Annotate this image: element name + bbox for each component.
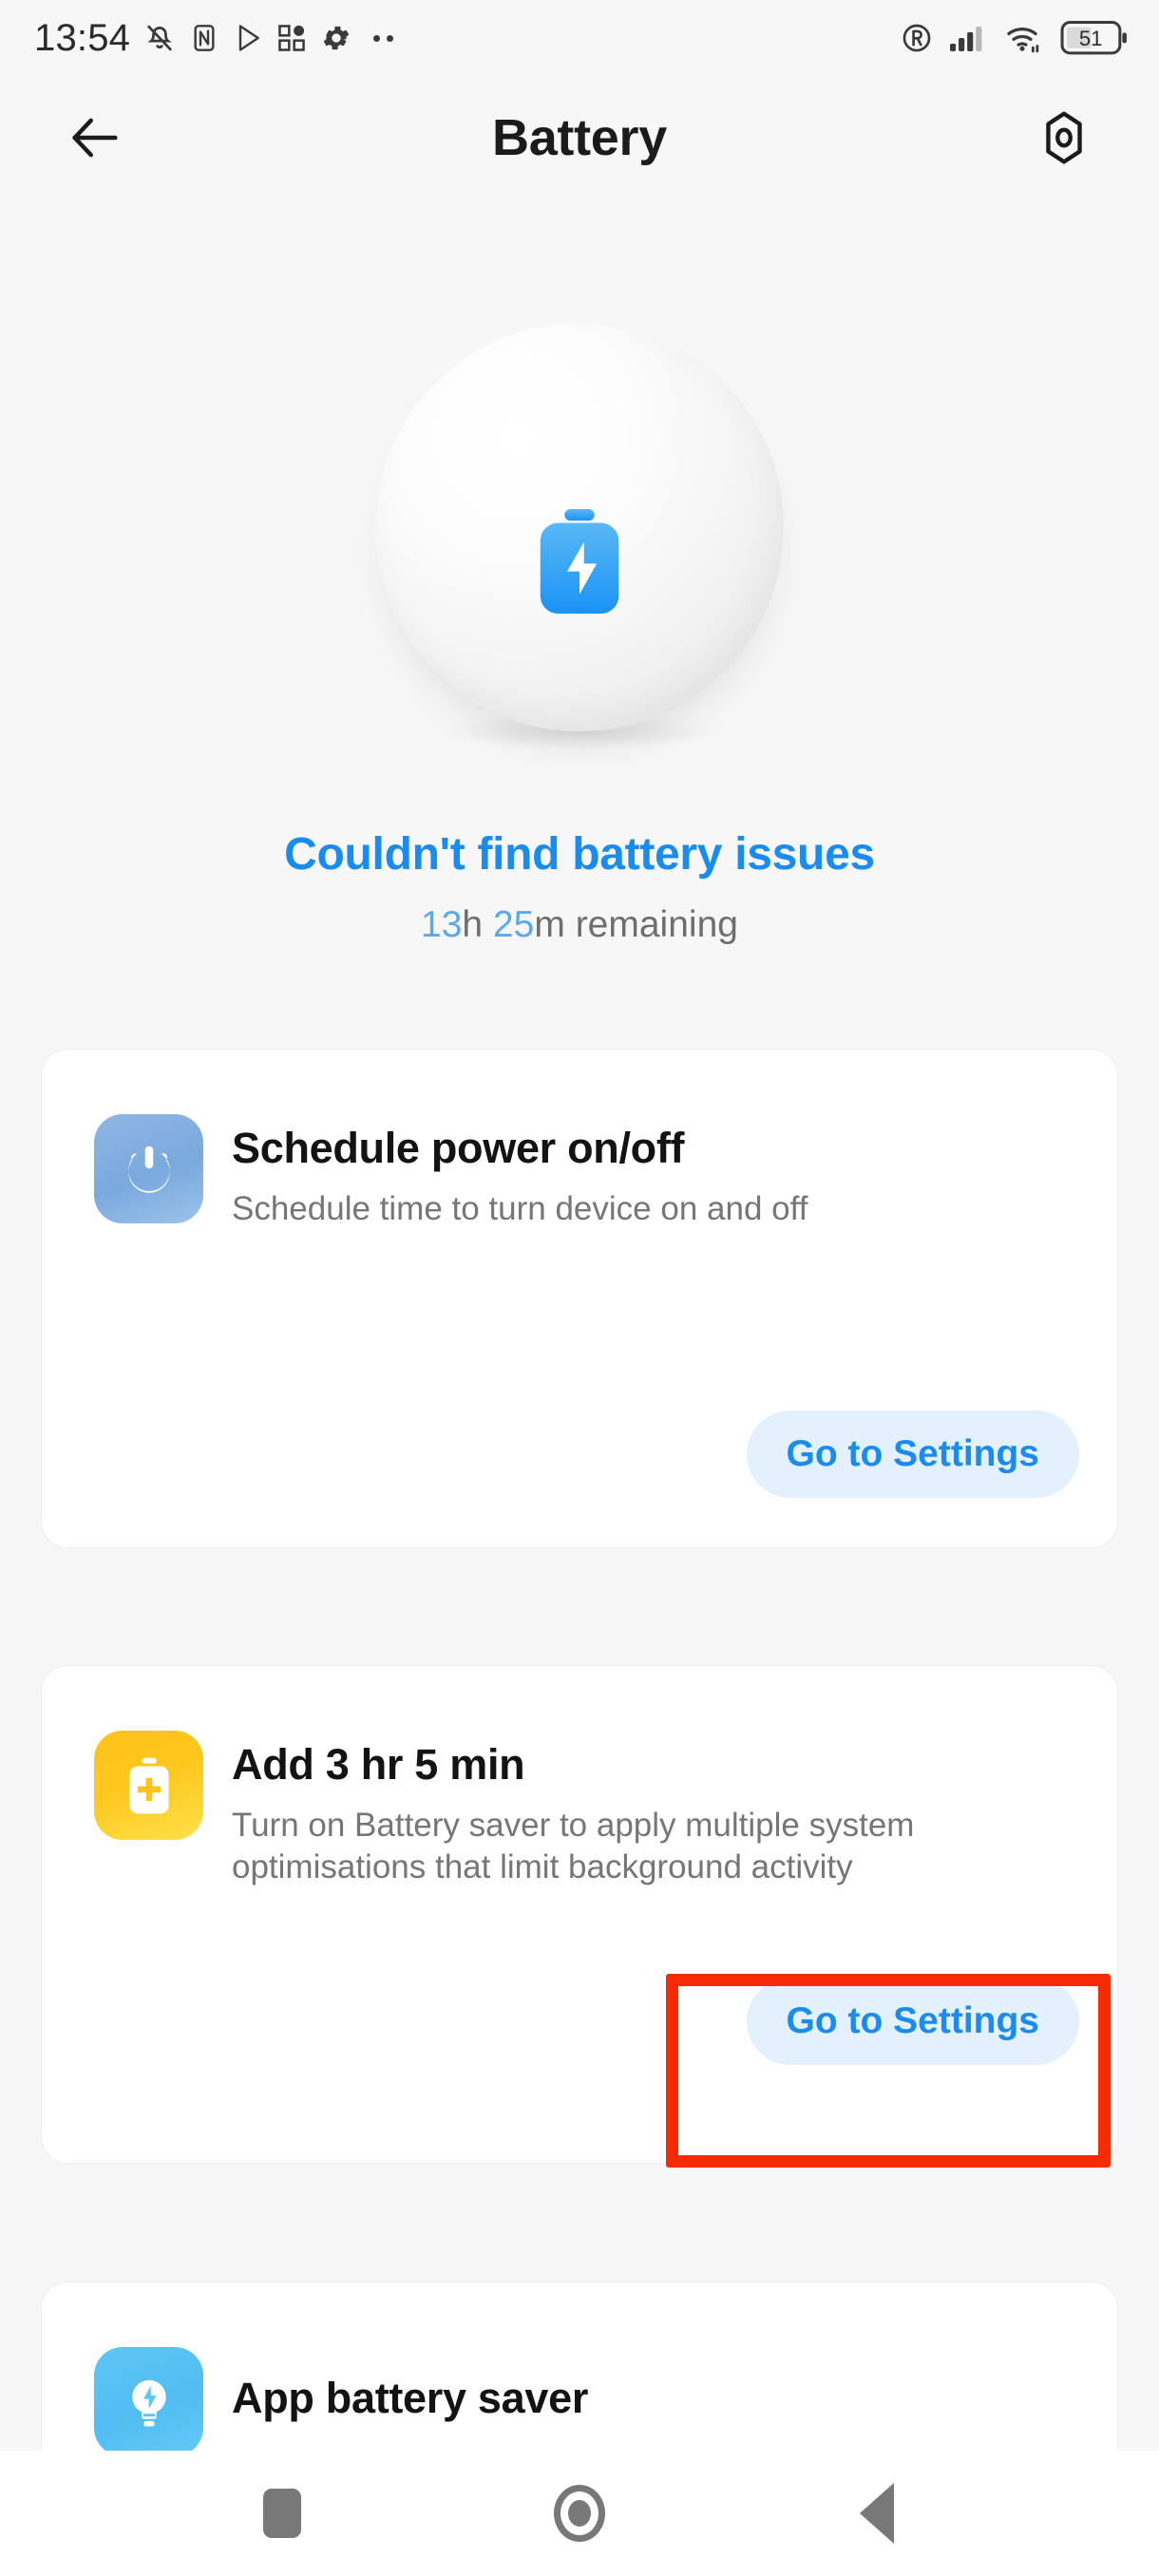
battery-status-headline: Couldn't find battery issues [284, 829, 875, 880]
battery-hero [0, 285, 1159, 817]
back-button[interactable] [57, 100, 133, 176]
battery-percent-label: 51 [1079, 27, 1103, 50]
card-title: Schedule power on/off [232, 1124, 685, 1172]
mute-bell-icon [143, 22, 176, 54]
app-grid-icon [276, 23, 307, 53]
wifi-icon [1005, 23, 1043, 53]
nfc-icon [189, 23, 219, 53]
more-dots-icon [373, 34, 394, 42]
remaining-hours-unit: h [462, 904, 484, 945]
home-button[interactable] [522, 2456, 636, 2570]
card-description: Schedule time to turn device on and off [232, 1190, 808, 1227]
battery-plus-icon [94, 1731, 203, 1840]
page-title: Battery [492, 109, 667, 166]
header-settings-button[interactable] [1026, 100, 1102, 176]
remaining-minutes-unit: m [534, 904, 565, 945]
hex-settings-icon [1046, 111, 1082, 164]
battery-status-icon: 51 [1060, 20, 1129, 56]
remaining-hours-value: 13 [421, 904, 463, 945]
battery-remaining-label: 13h 25m remaining [0, 904, 1159, 946]
battery-bolt-icon [540, 509, 619, 614]
bulb-bolt-icon [94, 2347, 203, 2456]
card-title: App battery saver [232, 2374, 589, 2422]
status-bar-left: 13:54 [34, 16, 394, 60]
square-recents-icon [262, 2489, 301, 2538]
triangle-back-icon [860, 2483, 895, 2544]
phone-screen: 13:54 51 Battery Couldn't find battery i… [0, 0, 1159, 2576]
status-clock: 13:54 [34, 16, 131, 59]
power-button-icon [94, 1114, 203, 1223]
back-arrow-icon [72, 118, 118, 158]
status-bar-right: 51 [901, 20, 1129, 56]
nav-back-button[interactable] [820, 2456, 934, 2570]
card-add-battery-time[interactable]: Add 3 hr 5 min Turn on Battery saver to … [41, 1665, 1118, 2164]
circle-home-icon [553, 2485, 605, 2542]
go-to-settings-button[interactable]: Go to Settings [746, 1411, 1079, 1498]
remaining-suffix: remaining [564, 904, 738, 945]
remaining-minutes-value: 25 [492, 904, 535, 945]
gear-icon [320, 22, 352, 54]
recents-button[interactable] [225, 2456, 339, 2570]
go-to-settings-button[interactable]: Go to Settings [746, 1978, 1079, 2065]
registered-r-icon [901, 22, 933, 54]
card-description: Turn on Battery saver to apply multiple … [232, 1807, 915, 1885]
cellular-signal-icon [950, 23, 988, 53]
play-store-icon [233, 23, 263, 53]
app-header: Battery [0, 76, 1159, 199]
card-title: Add 3 hr 5 min [232, 1740, 525, 1789]
system-navigation-bar [0, 2451, 1159, 2576]
card-schedule-power[interactable]: Schedule power on/off Schedule time to t… [41, 1049, 1118, 1548]
status-bar: 13:54 51 [0, 0, 1159, 76]
